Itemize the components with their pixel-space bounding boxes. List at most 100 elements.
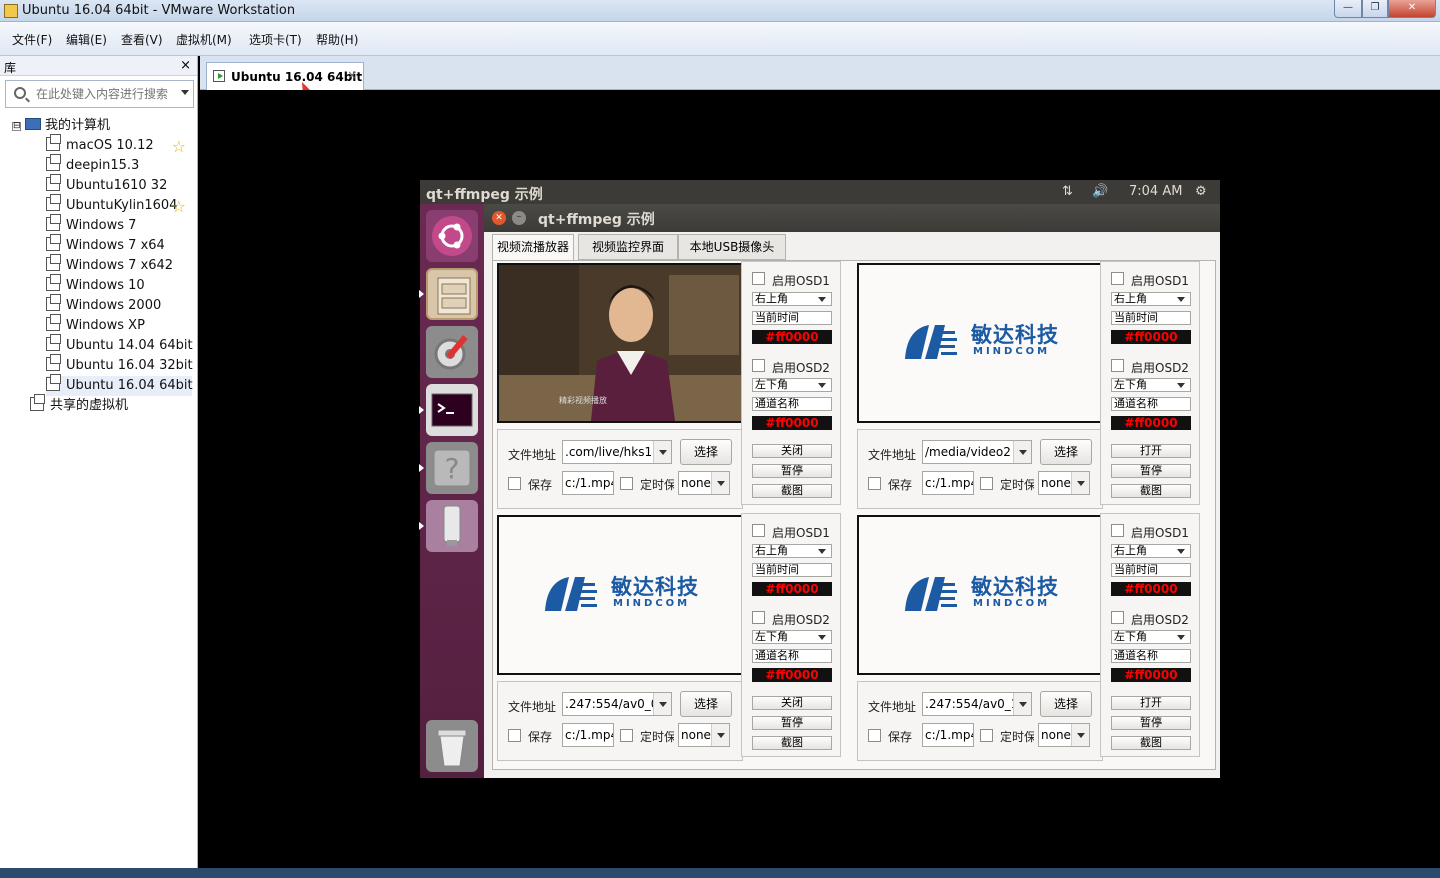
timer-combo[interactable]: none	[1038, 471, 1090, 495]
osd1-position-select[interactable]: 右上角	[752, 544, 832, 558]
library-search-input[interactable]	[36, 85, 176, 103]
osd1-position-select[interactable]: 右上角	[1111, 544, 1191, 558]
save-checkbox[interactable]	[868, 477, 881, 490]
library-close-icon[interactable]: ×	[180, 58, 191, 73]
pause-button[interactable]: 暂停	[752, 464, 832, 478]
menu-file[interactable]: 文件(F)	[12, 31, 52, 48]
collapse-icon[interactable]: ⊟	[12, 122, 21, 131]
dropdown-arrow-icon[interactable]	[711, 472, 729, 494]
osd2-position-select[interactable]: 左下角	[752, 630, 832, 644]
timer-combo[interactable]: none	[678, 471, 730, 495]
timer-save-checkbox[interactable]	[620, 477, 633, 490]
osd2-checkbox[interactable]	[752, 359, 765, 372]
menu-edit[interactable]: 编辑(E)	[66, 31, 107, 48]
menu-tabs[interactable]: 选项卡(T)	[249, 31, 302, 48]
osd1-color[interactable]: #ff0000	[1111, 330, 1191, 344]
dropdown-arrow-icon[interactable]	[653, 441, 671, 463]
snapshot-button[interactable]: 截图	[752, 484, 832, 498]
settings-button[interactable]	[426, 326, 478, 378]
osd1-checkbox[interactable]	[752, 524, 765, 537]
tree-vm-item[interactable]: Ubuntu 14.04 64bit	[46, 334, 193, 356]
menu-help[interactable]: 帮助(H)	[316, 31, 358, 48]
osd2-text-input[interactable]: 通道名称	[752, 397, 832, 411]
pause-button[interactable]: 暂停	[1111, 464, 1191, 478]
video-display[interactable]: 敏达科技 MINDCOM	[857, 515, 1103, 675]
osd1-color[interactable]: #ff0000	[1111, 582, 1191, 596]
snapshot-button[interactable]: 截图	[1111, 484, 1191, 498]
timer-save-checkbox[interactable]	[620, 729, 633, 742]
dropdown-arrow-icon[interactable]	[1071, 472, 1089, 494]
network-icon[interactable]: ⇅	[1062, 184, 1073, 199]
osd1-color[interactable]: #ff0000	[752, 330, 832, 344]
video-display[interactable]: 精彩视频播放	[497, 263, 743, 423]
osd2-text-input[interactable]: 通道名称	[1111, 397, 1191, 411]
osd2-color[interactable]: #ff0000	[752, 416, 832, 430]
save-checkbox[interactable]	[508, 729, 521, 742]
snapshot-button[interactable]: 截图	[1111, 736, 1191, 750]
select-button[interactable]: 选择	[1040, 439, 1092, 465]
osd2-position-select[interactable]: 左下角	[1111, 378, 1191, 392]
save-checkbox[interactable]	[868, 729, 881, 742]
tree-vm-item[interactable]: UbuntuKylin1604 ☆	[46, 194, 192, 216]
osd2-color[interactable]: #ff0000	[752, 668, 832, 682]
select-button[interactable]: 选择	[680, 439, 732, 465]
url-combo[interactable]: .com/live/hks1	[562, 440, 672, 464]
dropdown-arrow-icon[interactable]	[653, 693, 671, 715]
volume-icon[interactable]: 🔊	[1092, 184, 1108, 199]
save-file-input[interactable]: c:/1.mp4	[562, 723, 614, 747]
pause-button[interactable]: 暂停	[752, 716, 832, 730]
url-combo[interactable]: .247:554/av0_0	[562, 692, 672, 716]
tree-vm-item[interactable]: Ubuntu1610 32	[46, 174, 192, 196]
osd2-position-select[interactable]: 左下角	[752, 378, 832, 392]
usb-button[interactable]	[426, 500, 478, 552]
url-combo[interactable]: /media/video2	[922, 440, 1032, 464]
tree-vm-item[interactable]: macOS 10.12 ☆	[46, 134, 192, 156]
select-button[interactable]: 选择	[1040, 691, 1092, 717]
save-file-input[interactable]: c:/1.mp4	[562, 471, 614, 495]
menu-vm[interactable]: 虚拟机(M)	[176, 31, 232, 48]
save-checkbox[interactable]	[508, 477, 521, 490]
timer-combo[interactable]: none	[1038, 723, 1090, 747]
video-display[interactable]: 敏达科技 MINDCOM	[857, 263, 1103, 423]
dash-button[interactable]	[426, 210, 478, 262]
terminal-button[interactable]	[426, 384, 478, 436]
osd2-checkbox[interactable]	[752, 611, 765, 624]
osd2-text-input[interactable]: 通道名称	[752, 649, 832, 663]
save-file-input[interactable]: c:/1.mp4	[922, 471, 974, 495]
trash-button[interactable]	[426, 720, 478, 772]
dropdown-arrow-icon[interactable]	[711, 724, 729, 746]
osd1-color[interactable]: #ff0000	[752, 582, 832, 596]
osd1-text-input[interactable]: 当前时间	[1111, 311, 1191, 325]
osd1-text-input[interactable]: 当前时间	[752, 563, 832, 577]
tab-video-monitor[interactable]: 视频监控界面	[578, 234, 678, 260]
dropdown-arrow-icon[interactable]	[1013, 441, 1031, 463]
video-display[interactable]: 敏达科技 MINDCOM	[497, 515, 743, 675]
tree-shared-vms[interactable]: 共享的虚拟机	[30, 394, 128, 416]
open-close-button[interactable]: 打开	[1111, 696, 1191, 710]
tab-local-usb-camera[interactable]: 本地USB摄像头	[678, 234, 786, 260]
osd1-position-select[interactable]: 右上角	[752, 292, 832, 306]
tree-vm-item[interactable]: Ubuntu 16.04 32bit	[46, 354, 193, 376]
osd2-text-input[interactable]: 通道名称	[1111, 649, 1191, 663]
snapshot-button[interactable]: 截图	[752, 736, 832, 750]
app-minimize-icon[interactable]: –	[512, 211, 526, 225]
clock[interactable]: 7:04 AM	[1129, 184, 1182, 199]
open-close-button[interactable]: 关闭	[752, 444, 832, 458]
dropdown-arrow-icon[interactable]	[1071, 724, 1089, 746]
timer-save-checkbox[interactable]	[980, 477, 993, 490]
timer-save-checkbox[interactable]	[980, 729, 993, 742]
pause-button[interactable]: 暂停	[1111, 716, 1191, 730]
osd2-color[interactable]: #ff0000	[1111, 668, 1191, 682]
url-combo[interactable]: .247:554/av0_1	[922, 692, 1032, 716]
open-close-button[interactable]: 关闭	[752, 696, 832, 710]
maximize-button[interactable]: ❐	[1362, 0, 1388, 18]
files-button[interactable]	[426, 268, 478, 320]
osd1-checkbox[interactable]	[1111, 524, 1124, 537]
tab-video-stream-player[interactable]: 视频流播放器	[492, 234, 574, 261]
help-button[interactable]: ?	[426, 442, 478, 494]
osd1-checkbox[interactable]	[752, 272, 765, 285]
osd2-color[interactable]: #ff0000	[1111, 416, 1191, 430]
gear-icon[interactable]: ⚙	[1195, 184, 1207, 199]
osd2-position-select[interactable]: 左下角	[1111, 630, 1191, 644]
dropdown-arrow-icon[interactable]	[1013, 693, 1031, 715]
